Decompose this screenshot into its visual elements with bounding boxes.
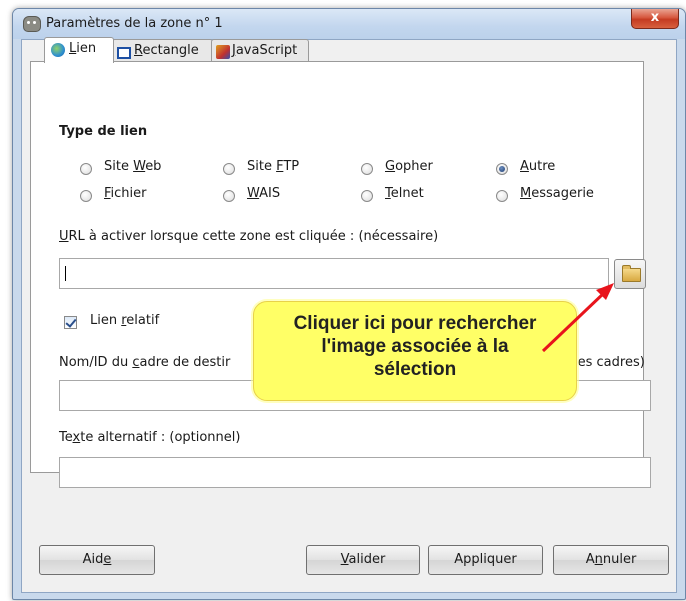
radio-wais-label: AIS (259, 186, 281, 201)
cancel-button[interactable]: Annuler (553, 545, 669, 575)
globe-icon (51, 43, 65, 57)
radio-telnet-button[interactable] (361, 190, 373, 202)
radio-gopher-button[interactable] (361, 163, 373, 175)
tab-lien-label: ien (76, 41, 97, 56)
apply-button[interactable]: Appliquer (428, 545, 543, 575)
help-button[interactable]: Aide (39, 545, 155, 575)
radio-telnet-label: elnet (390, 186, 424, 201)
radio-site-ftp-label-pre: Site (247, 159, 277, 174)
radio-gopher-key: G (385, 159, 396, 174)
close-icon: x (650, 10, 660, 25)
radio-messagerie-button[interactable] (496, 190, 508, 202)
browse-button[interactable] (614, 259, 646, 289)
radio-messagerie-label: essagerie (531, 186, 594, 201)
title-bar[interactable]: Paramètres de la zone n° 1 x (13, 9, 685, 39)
ok-label-key: V (340, 552, 349, 567)
callout-line-2: l'image associée à la (321, 336, 509, 357)
relative-label-pre: Lien (90, 313, 122, 328)
radio-wais-key: W (247, 186, 260, 201)
radio-site-web-button[interactable] (80, 163, 92, 175)
radio-site-web-label-pre: Site (104, 159, 134, 174)
radio-site-ftp-button[interactable] (223, 163, 235, 175)
relative-label: elatif (126, 313, 160, 328)
cancel-label: nuler (602, 552, 637, 567)
tab-rectangle[interactable]: Rectangle (112, 39, 213, 62)
text-caret (65, 266, 66, 281)
frame-label-mid: adre de destir (139, 355, 231, 370)
tab-javascript[interactable]: JavaScript (211, 39, 309, 62)
radio-site-ftp-label: TP (283, 159, 300, 174)
link-type-heading: Type de lien (59, 124, 148, 139)
radio-gopher-label: opher (395, 159, 433, 174)
frame-label-pre: Nom/ID du (59, 355, 133, 370)
javascript-icon (216, 45, 230, 59)
frame-label: Nom/ID du cadre de destir (59, 355, 230, 370)
annotation-callout: Cliquer ici pour rechercher l'image asso… (253, 301, 577, 401)
url-label-key: U (59, 229, 69, 244)
ok-label: alider (348, 552, 386, 567)
frame-label-end: les cadres) (574, 355, 645, 370)
url-label: URL à activer lorsque cette zone est cli… (59, 229, 438, 244)
ok-button[interactable]: Valider (306, 545, 420, 575)
radio-fichier-button[interactable] (80, 190, 92, 202)
tab-rectangle-label: ectangle (142, 43, 199, 58)
callout-line-1: Cliquer ici pour rechercher (293, 313, 537, 334)
window-title: Paramètres de la zone n° 1 (46, 16, 223, 31)
url-label-text: RL à activer lorsque cette zone est cliq… (68, 229, 439, 244)
radio-autre-key: A (520, 159, 529, 174)
tab-lien[interactable]: Lien (44, 37, 114, 63)
cancel-label-key: n (594, 552, 603, 567)
alt-text-input[interactable] (59, 457, 651, 488)
folder-icon (622, 265, 641, 282)
relative-link-checkbox-box[interactable] (64, 316, 77, 329)
radio-autre-label: utre (528, 159, 556, 174)
checkmark-icon (65, 316, 77, 328)
callout-line-3: sélection (373, 359, 457, 380)
rectangle-icon (117, 47, 131, 59)
radio-messagerie-key: M (520, 186, 532, 201)
alt-label-post: te alternatif : (optionnel) (80, 430, 241, 445)
radio-site-web-label: eb (145, 159, 162, 174)
url-input[interactable] (59, 258, 609, 289)
help-label: Aid (82, 552, 104, 567)
help-label-key: e (103, 552, 112, 567)
radio-autre-button[interactable] (496, 163, 508, 175)
apply-label: Appliquer (454, 552, 517, 567)
cancel-label-pre: A (585, 552, 595, 567)
close-button[interactable]: x (631, 9, 679, 29)
tab-javascript-label: avaScript (235, 43, 298, 58)
alt-label-pre: Te (59, 430, 73, 445)
radio-wais-button[interactable] (223, 190, 235, 202)
radio-site-web-key: W (133, 159, 146, 174)
alt-text-label: Texte alternatif : (optionnel) (59, 430, 240, 445)
radio-fichier-label: ichier (110, 186, 147, 201)
gimp-app-icon (23, 16, 41, 32)
